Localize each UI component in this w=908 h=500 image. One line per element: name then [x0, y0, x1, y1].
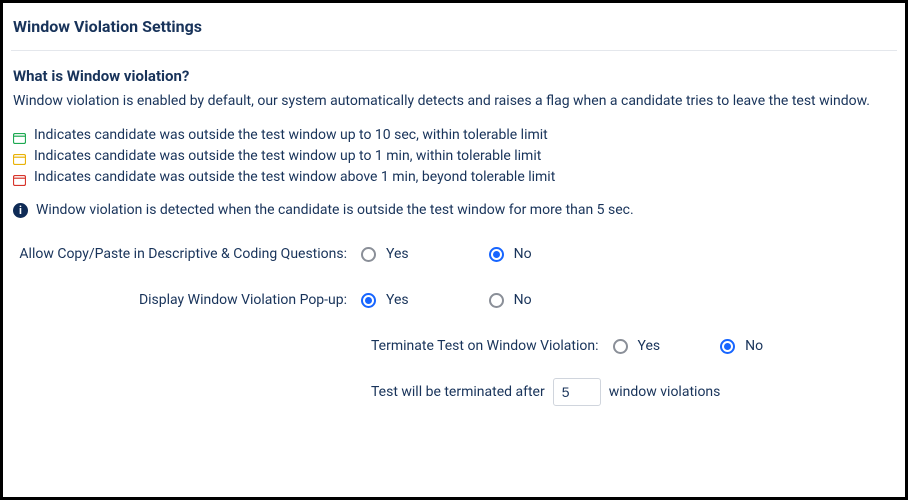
info-note-text: Window violation is detected when the ca…: [36, 202, 634, 218]
terminate-block: Terminate Test on Window Violation: Yes …: [371, 338, 897, 406]
legend-item-green: Indicates candidate was outside the test…: [13, 125, 897, 146]
terminate-no[interactable]: No: [720, 338, 763, 354]
terminate-row: Terminate Test on Window Violation: Yes …: [371, 338, 897, 354]
legend-item-yellow: Indicates candidate was outside the test…: [13, 146, 897, 167]
radio-label: No: [514, 246, 532, 262]
display-popup-label: Display Window Violation Pop-up:: [11, 292, 361, 308]
page-title: Window Violation Settings: [11, 17, 897, 36]
browser-yellow-icon: [13, 151, 26, 162]
browser-green-icon: [13, 130, 26, 141]
threshold-suffix: window violations: [609, 384, 721, 400]
section-description: Window violation is enabled by default, …: [11, 93, 897, 109]
allow-copy-paste-group: Yes No: [361, 246, 532, 262]
radio-label: Yes: [386, 246, 409, 262]
display-popup-yes-radio[interactable]: [361, 293, 376, 308]
section-heading: What is Window violation?: [11, 67, 897, 85]
info-note: i Window violation is detected when the …: [11, 202, 897, 218]
legend-list: Indicates candidate was outside the test…: [11, 125, 897, 188]
legend-text: Indicates candidate was outside the test…: [34, 125, 548, 146]
info-icon: i: [13, 203, 28, 218]
allow-copy-paste-yes[interactable]: Yes: [361, 246, 409, 262]
radio-label: Yes: [638, 338, 661, 354]
display-popup-yes[interactable]: Yes: [361, 292, 409, 308]
terminate-yes-radio[interactable]: [613, 339, 628, 354]
terminate-label: Terminate Test on Window Violation:: [371, 338, 599, 354]
threshold-row: Test will be terminated after window vio…: [371, 378, 897, 406]
legend-item-red: Indicates candidate was outside the test…: [13, 167, 897, 188]
radio-label: No: [745, 338, 763, 354]
display-popup-no-radio[interactable]: [489, 293, 504, 308]
allow-copy-paste-yes-radio[interactable]: [361, 247, 376, 262]
allow-copy-paste-no-radio[interactable]: [489, 247, 504, 262]
display-popup-no[interactable]: No: [489, 292, 532, 308]
allow-copy-paste-no[interactable]: No: [489, 246, 532, 262]
display-popup-group: Yes No: [361, 292, 532, 308]
allow-copy-paste-row: Allow Copy/Paste in Descriptive & Coding…: [11, 246, 897, 262]
terminate-no-radio[interactable]: [720, 339, 735, 354]
browser-red-icon: [13, 172, 26, 183]
radio-label: Yes: [386, 292, 409, 308]
display-popup-row: Display Window Violation Pop-up: Yes No: [11, 292, 897, 308]
terminate-yes[interactable]: Yes: [613, 338, 661, 354]
threshold-input[interactable]: [553, 378, 601, 406]
terminate-group: Yes No: [613, 338, 764, 354]
allow-copy-paste-label: Allow Copy/Paste in Descriptive & Coding…: [11, 246, 361, 262]
threshold-prefix: Test will be terminated after: [371, 384, 545, 400]
divider: [11, 50, 897, 51]
radio-label: No: [514, 292, 532, 308]
legend-text: Indicates candidate was outside the test…: [34, 167, 555, 188]
legend-text: Indicates candidate was outside the test…: [34, 146, 541, 167]
